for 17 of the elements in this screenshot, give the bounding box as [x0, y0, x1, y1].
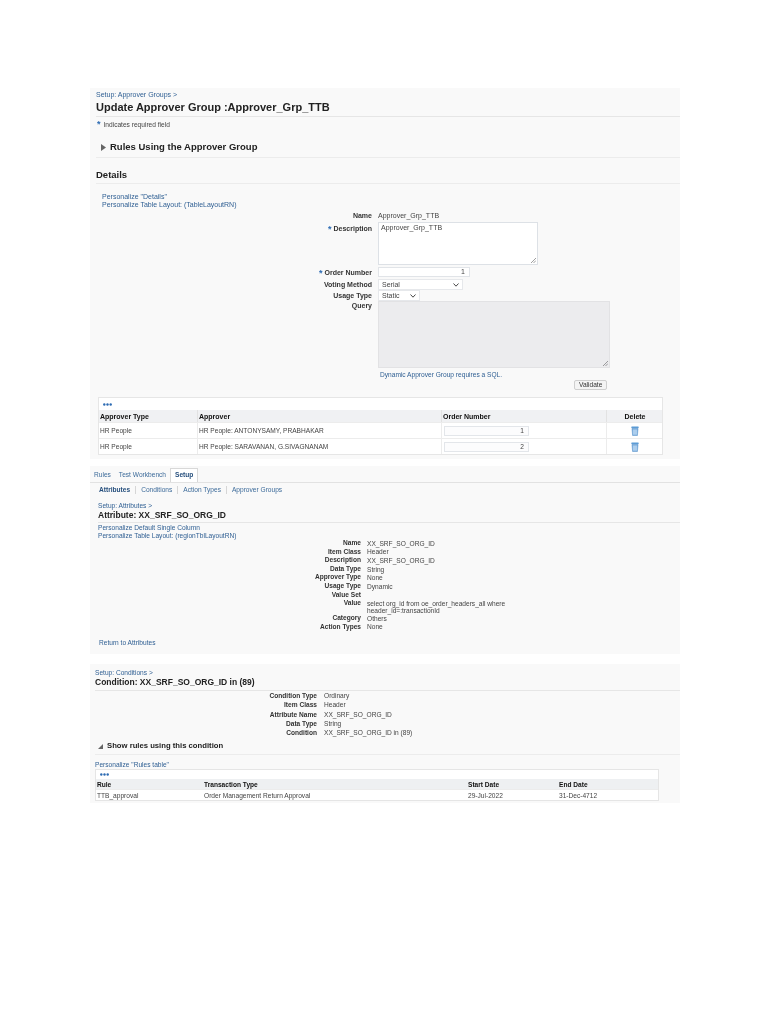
- more-icon[interactable]: [103, 402, 112, 406]
- trash-icon[interactable]: [631, 425, 639, 436]
- collapse-triangle-icon[interactable]: [98, 743, 103, 749]
- page-title: Update Approver Group :Approver_Grp_TTB: [96, 100, 330, 114]
- chevron-down-icon: [410, 293, 416, 298]
- page-title: Attribute: XX_SRF_SO_ORG_ID: [98, 510, 226, 520]
- required-marker: *: [97, 120, 101, 129]
- trash-icon[interactable]: [631, 441, 639, 452]
- required-marker: *: [319, 268, 323, 278]
- section-title: Details: [96, 168, 128, 182]
- expand-triangle-icon[interactable]: [101, 143, 106, 151]
- page-title: Condition: XX_SRF_SO_ORG_ID in (89): [95, 677, 255, 688]
- section-title[interactable]: Rules Using the Approver Group: [110, 140, 258, 154]
- required-marker: *: [327, 224, 332, 234]
- more-icon[interactable]: [100, 773, 109, 777]
- chevron-down-icon: [453, 282, 459, 287]
- resize-grip-icon[interactable]: [531, 258, 536, 263]
